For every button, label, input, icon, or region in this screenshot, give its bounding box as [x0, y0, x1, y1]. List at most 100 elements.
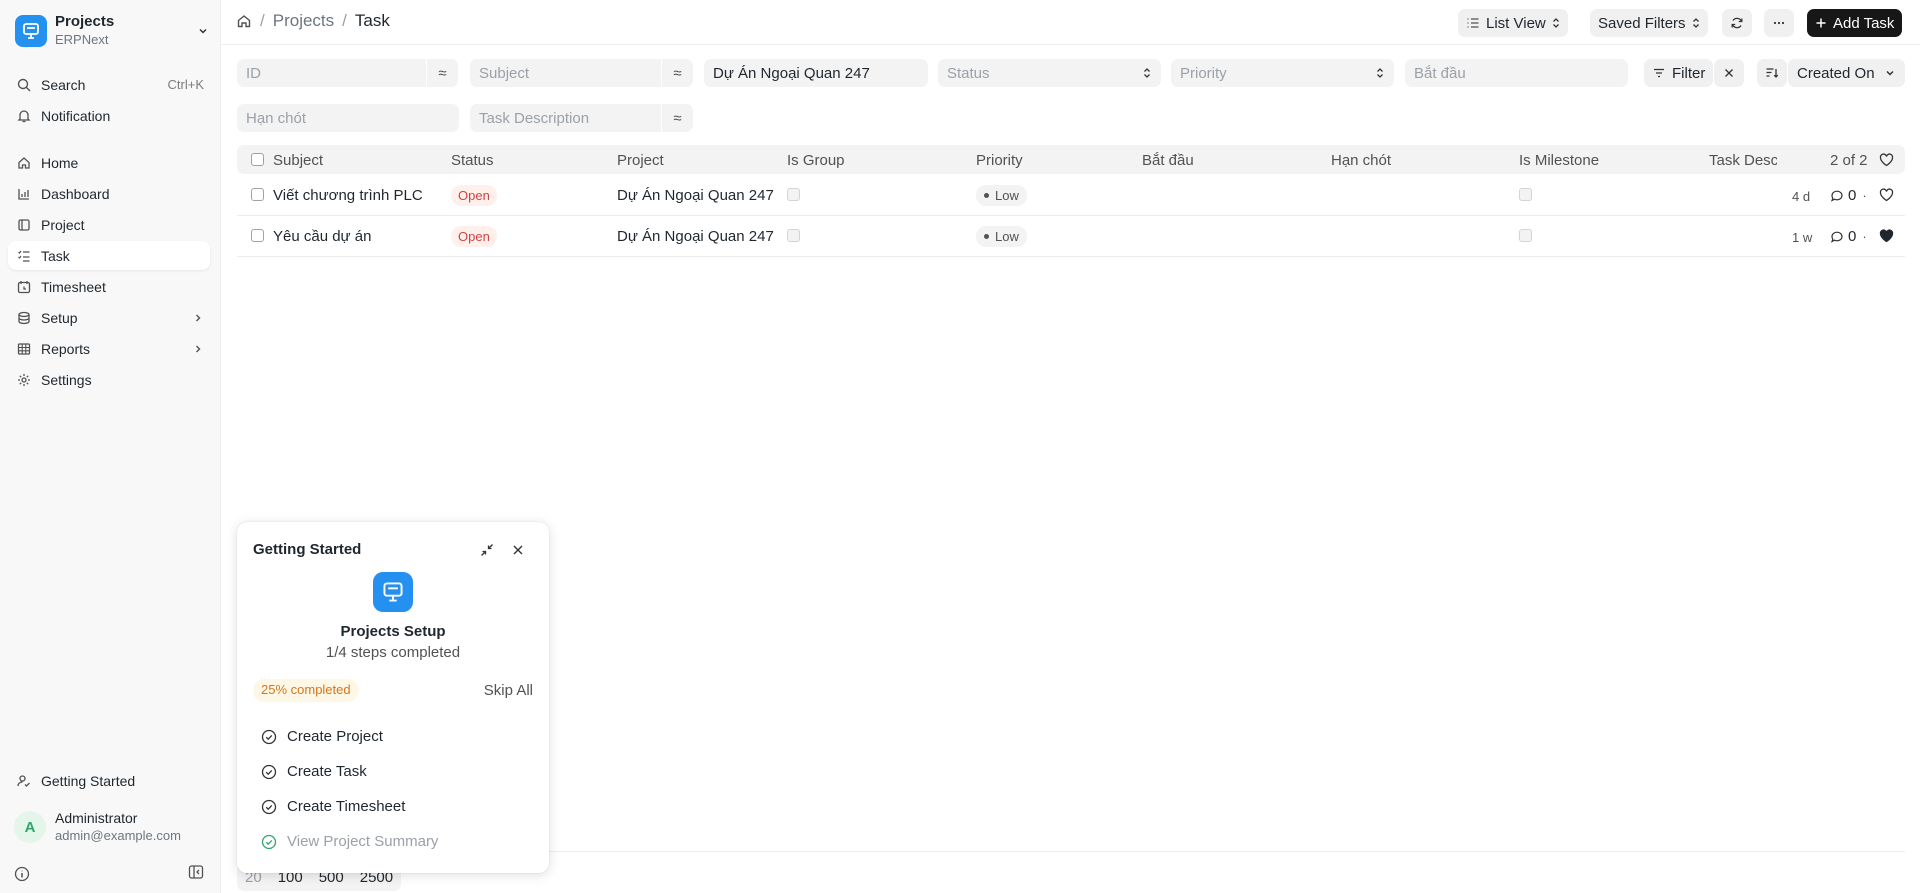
collapse-sidebar-icon[interactable] — [188, 864, 204, 883]
sidebar-item-project[interactable]: Project — [8, 210, 210, 239]
saved-filters-label: Saved Filters — [1598, 14, 1686, 32]
projects-app-icon — [373, 572, 413, 612]
sidebar-item-reports[interactable]: Reports — [8, 334, 210, 363]
column-end-date[interactable]: Hạn chót — [1331, 152, 1391, 169]
modified-age: 1 w — [1792, 230, 1813, 245]
approx-operator-button[interactable]: ≈ — [426, 59, 458, 87]
list-view-select[interactable]: List View — [1458, 9, 1568, 37]
step-label: Create Task — [287, 763, 367, 780]
column-project[interactable]: Project — [617, 152, 664, 169]
user-menu[interactable]: A Administrator admin@example.com — [14, 810, 181, 844]
sidebar: Projects ERPNext Search Ctrl+K Notificat… — [0, 0, 221, 893]
column-is-group[interactable]: Is Group — [787, 152, 845, 169]
sidebar-item-dashboard[interactable]: Dashboard — [8, 179, 210, 208]
status-filter-placeholder: Status — [947, 64, 990, 82]
step-label: Create Timesheet — [287, 798, 406, 815]
search-button[interactable]: Search Ctrl+K — [8, 70, 210, 99]
status-badge: Open — [451, 226, 497, 247]
column-status[interactable]: Status — [451, 152, 494, 169]
add-task-button[interactable]: Add Task — [1807, 9, 1903, 37]
column-task-description[interactable]: Task Desc — [1709, 152, 1777, 169]
comment-count[interactable]: 0 · — [1830, 187, 1867, 204]
clear-filters-button[interactable] — [1714, 59, 1744, 87]
chevron-down-icon — [197, 24, 209, 40]
column-start-date[interactable]: Bắt đầu — [1142, 152, 1194, 169]
minimize-icon[interactable] — [480, 543, 494, 560]
table-row[interactable]: Viết chương trình PLC Open Dự Án Ngoại Q… — [237, 175, 1905, 216]
more-options-button[interactable] — [1764, 9, 1794, 37]
priority-filter[interactable]: Priority — [1171, 59, 1394, 87]
is-milestone-checkbox — [1519, 229, 1532, 242]
sort-direction-button[interactable] — [1757, 59, 1787, 87]
project-filter-value: Dự Án Ngoại Quan 247 — [713, 64, 870, 82]
is-milestone-checkbox — [1519, 188, 1532, 201]
select-all-checkbox[interactable] — [251, 153, 264, 166]
end-date-filter[interactable]: Hạn chót — [237, 104, 459, 132]
refresh-button[interactable] — [1722, 9, 1752, 37]
skip-all-button[interactable]: Skip All — [484, 682, 533, 699]
column-subject[interactable]: Subject — [273, 152, 323, 169]
sidebar-item-settings[interactable]: Settings — [8, 365, 210, 394]
projects-app-icon — [15, 15, 47, 47]
row-checkbox[interactable] — [251, 188, 264, 201]
chevron-right-icon — [192, 342, 204, 358]
task-subject[interactable]: Yêu cầu dự án — [273, 228, 371, 245]
notification-button[interactable]: Notification — [8, 101, 210, 130]
table-row[interactable]: Yêu cầu dự án Open Dự Án Ngoại Quan 247 … — [237, 216, 1905, 257]
task-subject[interactable]: Viết chương trình PLC — [273, 187, 423, 204]
sidebar-item-home[interactable]: Home — [8, 148, 210, 177]
heart-icon[interactable] — [1879, 153, 1894, 171]
app-switcher[interactable]: Projects ERPNext — [9, 9, 209, 53]
home-icon[interactable] — [236, 13, 252, 29]
close-icon[interactable] — [512, 543, 524, 559]
column-priority[interactable]: Priority — [976, 152, 1023, 169]
result-count: 2 of 2 — [1830, 152, 1868, 169]
comment-icon — [1830, 189, 1844, 203]
heart-icon[interactable] — [1879, 188, 1894, 206]
filter-button[interactable]: Filter — [1644, 59, 1713, 87]
completion-badge: 25% completed — [253, 679, 359, 702]
breadcrumb-separator: / — [342, 11, 347, 30]
step-create-task[interactable]: Create Task — [261, 763, 367, 780]
subject-filter-placeholder: Subject — [479, 64, 530, 82]
sidebar-item-timesheet[interactable]: Timesheet — [8, 272, 210, 301]
sidebar-item-setup[interactable]: Setup — [8, 303, 210, 332]
priority-label: Low — [995, 229, 1019, 244]
avatar: A — [14, 811, 46, 843]
start-date-filter[interactable]: Bắt đầu — [1405, 59, 1628, 87]
breadcrumb-projects[interactable]: Projects — [273, 11, 334, 31]
sidebar-item-label: Timesheet — [41, 278, 106, 295]
breadcrumb-separator: / — [260, 11, 265, 30]
comment-count[interactable]: 0 · — [1830, 228, 1867, 245]
database-icon — [16, 310, 32, 326]
id-filter[interactable]: ID ≈ — [237, 59, 458, 87]
status-filter[interactable]: Status — [938, 59, 1161, 87]
modified-age: 4 d — [1792, 189, 1811, 204]
priority-badge: Low — [976, 185, 1027, 206]
step-view-project-summary[interactable]: View Project Summary — [261, 833, 438, 850]
row-checkbox[interactable] — [251, 229, 264, 242]
task-description-placeholder: Task Description — [479, 109, 590, 127]
sort-by-select[interactable]: Created On — [1788, 59, 1905, 87]
approx-operator-button[interactable]: ≈ — [661, 104, 693, 132]
task-description-filter[interactable]: Task Description ≈ — [470, 104, 693, 132]
approx-operator-button[interactable]: ≈ — [661, 59, 693, 87]
column-is-milestone[interactable]: Is Milestone — [1519, 152, 1599, 169]
user-name: Administrator — [55, 810, 138, 826]
circle-check-done-icon — [261, 834, 277, 849]
subject-filter[interactable]: Subject ≈ — [470, 59, 693, 87]
getting-started-link[interactable]: Getting Started — [8, 766, 210, 795]
filter-icon — [1652, 66, 1666, 80]
app-subtitle: ERPNext — [55, 32, 109, 47]
plus-icon — [1815, 17, 1827, 29]
project-filter[interactable]: Dự Án Ngoại Quan 247 — [704, 59, 928, 87]
list-icon — [1466, 16, 1480, 30]
app-title: Projects — [55, 13, 115, 30]
step-create-timesheet[interactable]: Create Timesheet — [261, 798, 405, 815]
sidebar-item-task[interactable]: Task — [8, 241, 210, 270]
step-create-project[interactable]: Create Project — [261, 728, 383, 745]
saved-filters-select[interactable]: Saved Filters — [1590, 9, 1708, 37]
getting-started-title: Getting Started — [253, 541, 362, 558]
info-icon[interactable] — [14, 866, 30, 885]
heart-filled-icon[interactable] — [1879, 229, 1894, 247]
